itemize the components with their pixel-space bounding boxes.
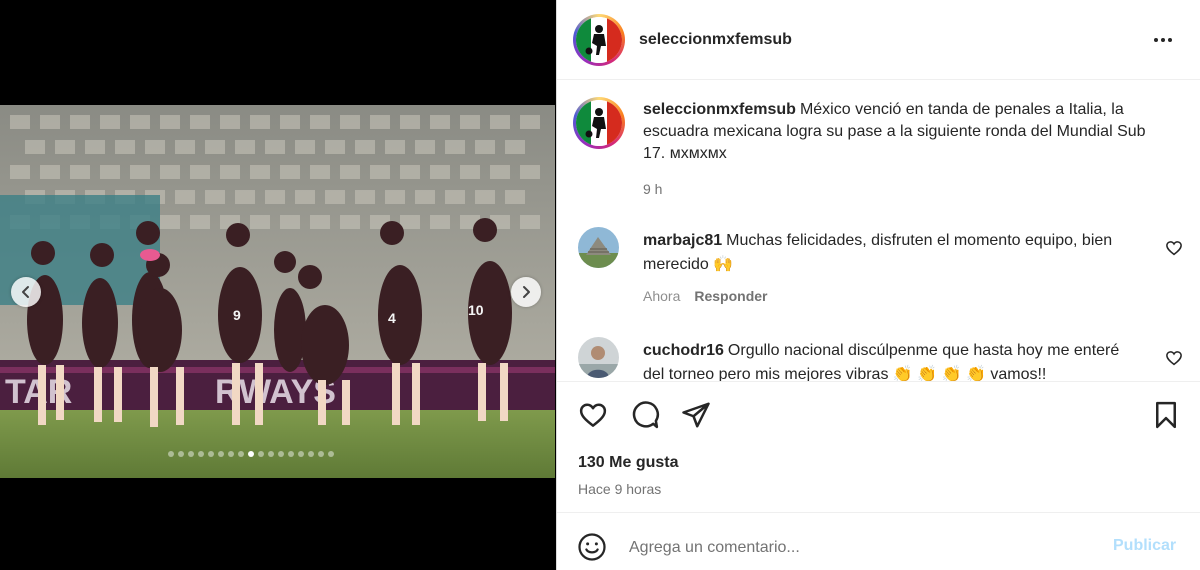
likes-count[interactable]: 130 Me gusta [578,454,678,472]
carousel-dot [198,451,204,457]
svg-text:4: 4 [388,310,396,326]
commenter-username[interactable]: marbajc81 [643,232,722,249]
carousel-dot [188,451,194,457]
publish-button[interactable]: Publicar [1113,537,1176,555]
carousel-dot [308,451,314,457]
carousel-dot [328,451,334,457]
post-side-panel: seleccionmxfemsub seleccionmxfemsub Méxi… [556,0,1200,570]
team-logo-icon [576,17,622,63]
comment-text: marbajc81 Muchas felicidades, disfruten e… [643,229,1143,277]
carousel-dot [258,451,264,457]
reply-button[interactable]: Responder [694,288,767,304]
post-actions: 130 Me gusta Hace 9 horas [557,381,1200,513]
caption-avatar[interactable] [573,97,625,149]
post-author-username[interactable]: seleccionmxfemsub [639,31,792,49]
caption-username[interactable]: seleccionmxfemsub [643,101,796,118]
comment-timestamp[interactable]: Ahora [643,288,680,304]
carousel-dot [218,451,224,457]
comment-composer: Publicar [557,514,1200,570]
caption-timestamp[interactable]: 9 h [643,178,1163,200]
more-options-button[interactable] [1148,28,1178,52]
team-logo-icon [576,100,622,146]
post-timestamp[interactable]: Hace 9 horas [578,481,661,497]
post-photo-illustration: TAR RWAYS [0,105,555,478]
chevron-left-icon [22,286,29,298]
svg-text:9: 9 [233,307,241,323]
commenter-avatar[interactable] [578,337,619,378]
comment-text: cuchodr16 Orgullo nacional discúlpenme qu… [643,339,1143,381]
carousel-dot [278,451,284,457]
carousel-dot [208,451,214,457]
carousel-prev-button[interactable] [11,277,41,307]
carousel-dot [318,451,324,457]
carousel-indicator [168,451,334,457]
comments-list[interactable]: seleccionmxfemsub México venció en tanda … [557,81,1200,381]
instagram-post-modal: TAR RWAYS [0,0,1200,570]
comment-input[interactable] [629,534,1089,562]
carousel-dot [228,451,234,457]
carousel-dot [168,451,174,457]
caption-text: seleccionmxfemsub México venció en tanda … [643,99,1163,200]
post-header: seleccionmxfemsub [557,0,1200,80]
commenter-username[interactable]: cuchodr16 [643,342,724,359]
person-avatar-icon [578,337,619,378]
more-horizontal-icon [1154,38,1158,42]
like-comment-heart-icon[interactable] [1165,349,1183,367]
like-comment-heart-icon[interactable] [1165,239,1183,257]
carousel-dot [268,451,274,457]
share-paper-plane-icon[interactable] [681,400,711,430]
carousel-dot [288,451,294,457]
carousel-dot [248,451,254,457]
carousel-dot [238,451,244,457]
carousel-dot [298,451,304,457]
svg-text:10: 10 [468,302,484,318]
comment-bubble-icon[interactable] [630,400,660,430]
media-column: TAR RWAYS [0,0,555,570]
chevron-right-icon [523,286,530,298]
comment-meta: Ahora Responder [643,288,767,304]
post-photo[interactable]: TAR RWAYS [0,105,555,478]
carousel-next-button[interactable] [511,277,541,307]
avatar[interactable] [573,14,625,66]
like-heart-icon[interactable] [578,400,608,430]
commenter-avatar[interactable] [578,227,619,268]
carousel-dot [178,451,184,457]
save-bookmark-icon[interactable] [1151,400,1181,430]
emoji-smiley-icon[interactable] [577,532,607,562]
pyramid-avatar-icon [578,227,619,268]
